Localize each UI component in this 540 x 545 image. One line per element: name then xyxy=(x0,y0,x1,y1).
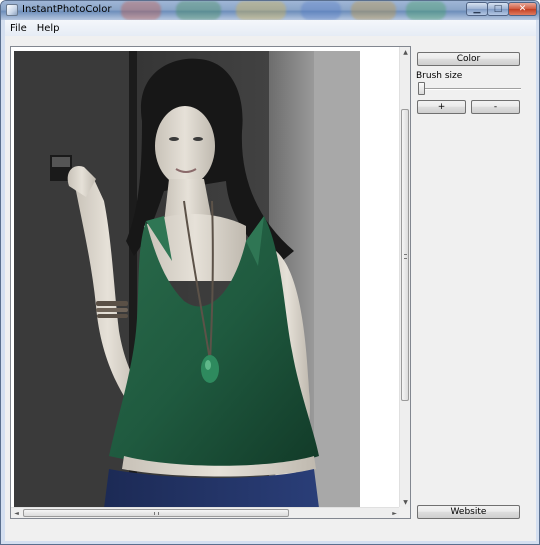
menu-file[interactable]: File xyxy=(5,23,32,34)
window-title: InstantPhotoColor xyxy=(22,4,112,15)
app-icon xyxy=(6,4,18,16)
close-button[interactable]: ✕ xyxy=(508,2,537,16)
photo-image[interactable] xyxy=(14,51,360,508)
brush-increase-button[interactable]: + xyxy=(417,100,466,114)
photo-viewport[interactable] xyxy=(11,47,400,508)
scroll-up-icon[interactable]: ▲ xyxy=(400,47,411,58)
brush-size-label: Brush size xyxy=(416,71,463,81)
scrollbar-corner xyxy=(399,507,410,518)
image-panel: ▲ ▼ ◄ ► xyxy=(10,46,411,519)
maximize-icon: □ xyxy=(493,4,503,14)
maximize-button[interactable]: □ xyxy=(487,2,509,16)
client-area: ▲ ▼ ◄ ► Color Brush size + - Website xyxy=(5,36,536,541)
menu-bar: File Help xyxy=(5,20,536,36)
vertical-scrollbar[interactable]: ▲ ▼ xyxy=(399,47,410,508)
scroll-left-icon[interactable]: ◄ xyxy=(11,508,22,519)
website-button[interactable]: Website xyxy=(417,505,520,519)
horizontal-scroll-thumb[interactable] xyxy=(23,509,289,517)
window-bottom-border xyxy=(5,541,536,544)
close-icon: ✕ xyxy=(518,4,527,14)
brush-decrease-button[interactable]: - xyxy=(471,100,520,114)
title-bar[interactable]: InstantPhotoColor ▁ □ ✕ xyxy=(1,1,539,20)
minimize-button[interactable]: ▁ xyxy=(466,2,488,16)
menu-help[interactable]: Help xyxy=(32,23,65,34)
brush-size-slider-thumb[interactable] xyxy=(418,82,425,95)
minimize-icon: ▁ xyxy=(473,4,481,14)
color-button[interactable]: Color xyxy=(417,52,520,66)
brush-size-slider-track[interactable] xyxy=(418,88,521,90)
app-window: InstantPhotoColor ▁ □ ✕ File Help ▲ ▼ ◄ … xyxy=(0,0,540,545)
horizontal-scrollbar[interactable]: ◄ ► xyxy=(11,507,400,518)
vertical-scroll-thumb[interactable] xyxy=(401,109,409,401)
